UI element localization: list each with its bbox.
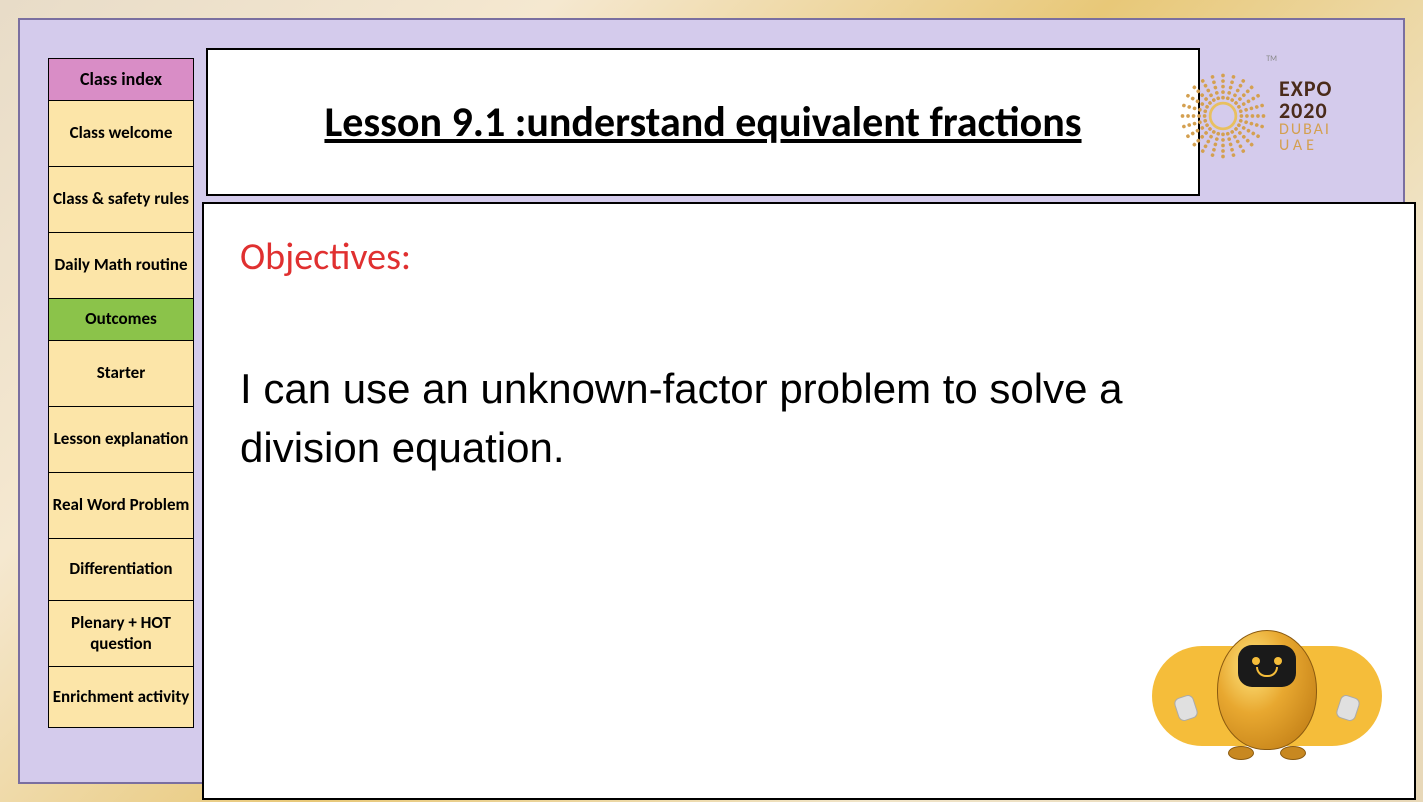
sidebar-item-lesson-explanation[interactable]: Lesson explanation xyxy=(49,407,193,473)
expo-line-uae: UAE xyxy=(1279,138,1332,154)
sidebar-item-starter[interactable]: Starter xyxy=(49,341,193,407)
sidebar-item-daily-math-routine[interactable]: Daily Math routine xyxy=(49,233,193,299)
expo-2020-logo: TM EXPO 2020 DUBAI UAE xyxy=(1177,56,1377,176)
sidebar-item-class-welcome[interactable]: Class welcome xyxy=(49,101,193,167)
sidebar: Class index Class welcome Class & safety… xyxy=(48,58,194,728)
sidebar-item-enrichment-activity[interactable]: Enrichment activity xyxy=(49,667,193,727)
objectives-label: Objectives: xyxy=(240,234,1378,280)
lesson-title: Lesson 9.1 :understand equivalent fracti… xyxy=(324,97,1081,148)
sidebar-item-real-word-problem[interactable]: Real Word Problem xyxy=(49,473,193,539)
sidebar-item-plenary-hot-question[interactable]: Plenary + HOT question xyxy=(49,601,193,667)
sidebar-item-differentiation[interactable]: Differentiation xyxy=(49,539,193,601)
sidebar-item-class-safety-rules[interactable]: Class & safety rules xyxy=(49,167,193,233)
content-box: Objectives: I can use an unknown-factor … xyxy=(202,202,1416,800)
sidebar-item-outcomes[interactable]: Outcomes xyxy=(49,299,193,341)
trademark-text: TM xyxy=(1266,54,1277,64)
slide-frame: Class index Class welcome Class & safety… xyxy=(18,18,1405,784)
expo-sun-icon xyxy=(1177,70,1269,162)
expo-line-2020: 2020 xyxy=(1279,100,1332,122)
expo-text: EXPO 2020 DUBAI UAE xyxy=(1279,78,1332,154)
title-box: Lesson 9.1 :understand equivalent fracti… xyxy=(206,48,1200,196)
sidebar-header: Class index xyxy=(49,59,193,101)
objectives-text: I can use an unknown-factor problem to s… xyxy=(240,360,1140,478)
mascot-image xyxy=(1152,616,1382,766)
